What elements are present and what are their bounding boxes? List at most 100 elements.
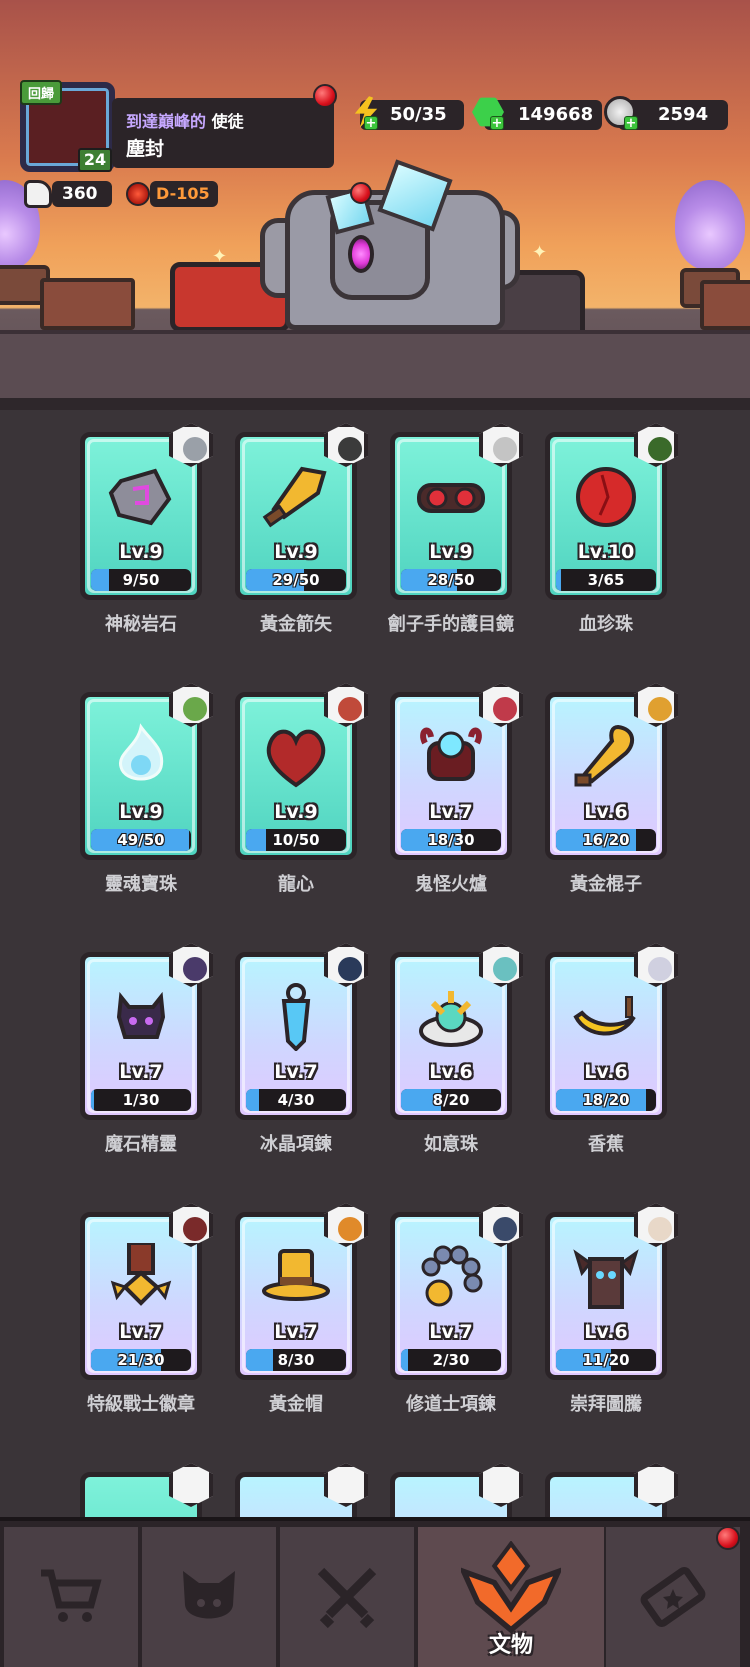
owner-face-icon	[493, 1217, 517, 1241]
relic-name: 黃金棍子	[570, 874, 642, 895]
owner-portrait-icon	[324, 1463, 368, 1507]
relic-card[interactable]: Lv.6 16/20	[545, 683, 678, 860]
relic-progress-bar: 3/65	[556, 569, 656, 591]
sparkle-icon: ✦	[212, 246, 228, 267]
relic-card-partial[interactable]	[390, 1463, 523, 1520]
gems-value: 149668	[518, 104, 594, 125]
relic-progress-text: 18/30	[427, 831, 475, 849]
relic-grid: Lv.9 9/50 神秘岩石 Lv.9 29/50 黃金箭矢 Lv.9 28/50 劊子手的護目…	[0, 410, 750, 1520]
nav-notification-dot-icon	[716, 1526, 740, 1550]
relic-card-partial[interactable]	[545, 1463, 678, 1520]
relic-card-partial[interactable]	[80, 1463, 213, 1520]
relic-progress-bar: 9/50	[91, 569, 191, 591]
relic-crystal-icon	[262, 983, 330, 1052]
owner-face-icon	[648, 697, 672, 721]
tab-relics[interactable]: 文物	[418, 1527, 604, 1667]
relic-progress-bar: 21/30	[91, 1349, 191, 1371]
tab-pets[interactable]	[142, 1527, 276, 1667]
relic-card[interactable]: Lv.6 8/20	[390, 943, 523, 1120]
relic-banana-icon	[572, 983, 640, 1051]
arena-edge	[0, 398, 750, 410]
add-gems-icon[interactable]: +	[490, 116, 504, 130]
relic-name: 冰晶項鍊	[260, 1134, 332, 1155]
owner-face-icon	[648, 437, 672, 461]
relic-card[interactable]: Lv.9 10/50	[235, 683, 368, 860]
notification-dot-icon	[313, 84, 337, 108]
relic-progress-bar: 18/30	[401, 829, 501, 851]
relic-card[interactable]: Lv.7 8/30	[235, 1203, 368, 1380]
relic-card[interactable]: Lv.7 18/30	[390, 683, 523, 860]
relic-progress-text: 2/30	[432, 1351, 470, 1369]
dungeon-pill[interactable]: D-105	[150, 181, 218, 207]
relic-name: 魔石精靈	[105, 1134, 177, 1155]
relic-progress-bar: 1/30	[91, 1089, 191, 1111]
add-coins-icon[interactable]: +	[624, 116, 638, 130]
relic-card[interactable]: Lv.9 28/50	[390, 423, 523, 600]
relic-progress-text: 8/20	[432, 1091, 470, 1109]
relic-level: Lv.10	[577, 541, 635, 563]
player-name: 塵封	[126, 138, 165, 160]
relic-level: Lv.7	[429, 1321, 473, 1343]
relic-name: 如意珠	[424, 1134, 478, 1155]
relic-progress-bar: 10/50	[246, 829, 346, 851]
dungeon-icon	[126, 182, 150, 206]
relic-name: 崇拜圖騰	[570, 1394, 642, 1415]
player-title-suffix: 使徒	[211, 112, 244, 131]
relic-card[interactable]: Lv.7 4/30	[235, 943, 368, 1120]
crossed-swords-icon	[311, 1561, 383, 1633]
relic-progress-text: 21/30	[117, 1351, 165, 1369]
relic-level: Lv.9	[274, 801, 318, 823]
relic-pearl-icon	[572, 463, 640, 531]
owner-face-icon	[338, 437, 362, 461]
relic-progress-bar: 8/20	[401, 1089, 501, 1111]
relic-card[interactable]: Lv.10 3/65	[545, 423, 678, 600]
likes-pill: 360	[52, 181, 112, 207]
relic-level: Lv.7	[429, 801, 473, 823]
relic-hat-icon	[262, 1243, 330, 1311]
review-tag: 回歸	[20, 80, 63, 105]
tab-label: 文物	[488, 1633, 533, 1658]
owner-portrait-icon	[634, 1463, 678, 1507]
relic-progress-text: 3/65	[587, 571, 625, 589]
relic-progress-bar: 29/50	[246, 569, 346, 591]
relic-card[interactable]: Lv.6 11/20	[545, 1203, 678, 1380]
owner-face-icon	[493, 697, 517, 721]
player-title-prefix: 到達巔峰的	[126, 112, 207, 131]
relic-totem-icon	[572, 1243, 640, 1311]
owner-portrait-icon	[479, 1463, 523, 1507]
ticket-icon	[637, 1561, 709, 1633]
tab-pass[interactable]	[606, 1527, 740, 1667]
mushroom-icon	[350, 182, 372, 204]
relic-level: Lv.9	[119, 541, 163, 563]
relic-level: Lv.6	[584, 801, 628, 823]
relic-emblem-icon	[458, 1540, 564, 1634]
right-crate	[700, 280, 750, 330]
relic-arrow-icon	[262, 463, 330, 531]
owner-face-icon	[183, 437, 207, 461]
relic-progress-text: 11/20	[582, 1351, 630, 1369]
relic-level: Lv.9	[274, 541, 318, 563]
owner-face-icon	[648, 957, 672, 981]
relic-name: 黃金帽	[269, 1394, 323, 1415]
add-energy-icon[interactable]: +	[364, 116, 378, 130]
relic-progress-text: 9/50	[122, 571, 160, 589]
relic-progress-text: 16/20	[582, 831, 630, 849]
relic-card[interactable]: Lv.9 9/50	[80, 423, 213, 600]
relic-heart-icon	[262, 723, 330, 791]
relic-name: 特級戰士徽章	[87, 1394, 195, 1415]
relic-level: Lv.7	[119, 1061, 163, 1083]
energy-value: 50/35	[390, 104, 447, 125]
relic-card[interactable]: Lv.9 29/50	[235, 423, 368, 600]
tab-battle[interactable]	[280, 1527, 414, 1667]
relic-card-partial[interactable]	[235, 1463, 368, 1520]
relic-card[interactable]: Lv.6 18/20	[545, 943, 678, 1120]
relic-card[interactable]: Lv.7 1/30	[80, 943, 213, 1120]
relic-card[interactable]: Lv.7 2/30	[390, 1203, 523, 1380]
relic-name: 鬼怪火爐	[415, 874, 487, 895]
tab-shop[interactable]	[4, 1527, 138, 1667]
relic-card[interactable]: Lv.7 21/30	[80, 1203, 213, 1380]
relic-spirit-icon	[107, 983, 175, 1051]
relic-card[interactable]: Lv.9 49/50	[80, 683, 213, 860]
relic-name: 神秘岩石	[105, 614, 177, 635]
right-flame-icon	[675, 180, 745, 270]
